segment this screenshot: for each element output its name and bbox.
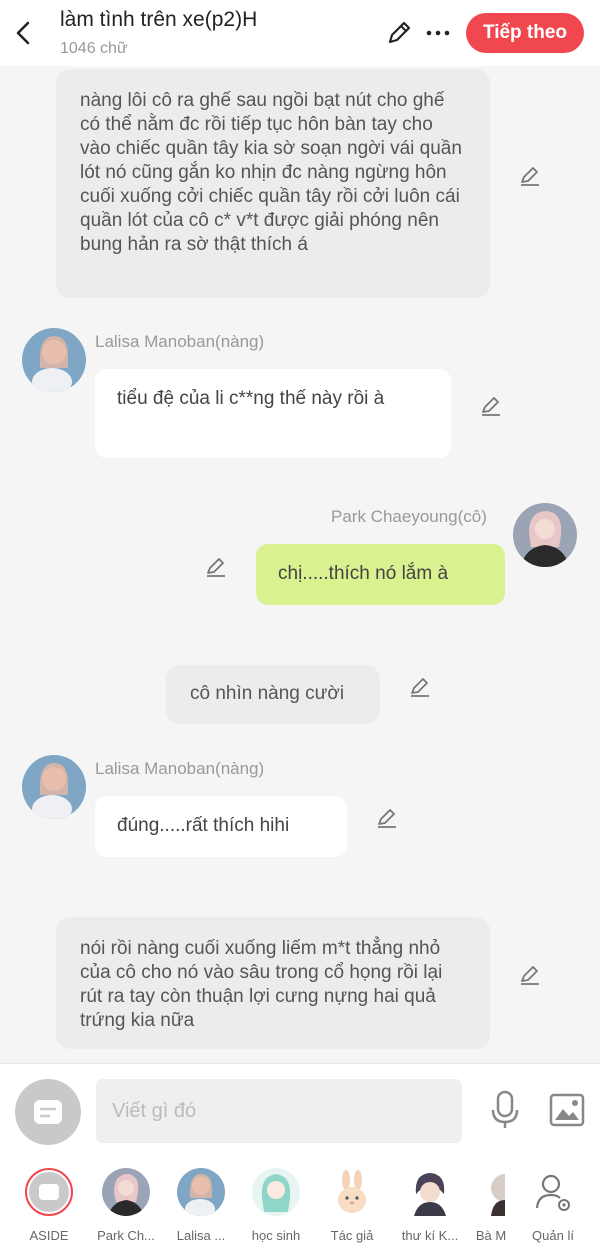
story-title: làm tình trên xe(p2)H [60, 8, 258, 31]
tab-ba-m[interactable]: Bà M [467, 1168, 515, 1243]
message-bubble[interactable]: đúng.....rất thích hihi [95, 796, 347, 857]
sender-name: Lalisa Manoban(nàng) [95, 759, 265, 778]
message-input[interactable]: Viết gì đó [96, 1079, 462, 1143]
avatar-image [22, 755, 86, 819]
pencil-icon [378, 809, 396, 828]
tab-label: thư kí K... [401, 1228, 459, 1243]
edit-message-button[interactable] [408, 675, 432, 699]
avatar-icon [102, 1168, 150, 1216]
microphone-button[interactable] [488, 1088, 522, 1132]
avatar-icon [479, 1168, 505, 1216]
tab-label: Bà M [475, 1228, 507, 1243]
avatar-image [513, 503, 577, 567]
avatar-lalisa[interactable] [22, 328, 86, 392]
sender-name: Park Chaeyoung(cô) [331, 507, 487, 526]
avatar-icon [252, 1168, 300, 1216]
tab-label: ASIDE [29, 1228, 69, 1243]
pencil-icon [411, 678, 429, 697]
avatar-icon [177, 1168, 225, 1216]
tab-aside[interactable]: ASIDE [11, 1168, 87, 1243]
sender-name: Lalisa Manoban(nàng) [95, 332, 265, 351]
edit-message-button[interactable] [518, 963, 542, 987]
tab-thu-ki[interactable]: thư kí K... [392, 1168, 468, 1243]
avatar-image [22, 328, 86, 392]
tab-lalisa[interactable]: Lalisa ... [163, 1168, 239, 1243]
tab-label: Quản lí [532, 1228, 574, 1243]
aside-icon [25, 1168, 73, 1216]
avatar-icon [406, 1168, 454, 1216]
image-icon [549, 1093, 585, 1127]
pencil-icon [482, 397, 500, 416]
tab-park-chaeyoung[interactable]: Park Ch... [88, 1168, 164, 1243]
tab-label: Tác giả [330, 1228, 374, 1243]
edit-message-button[interactable] [204, 555, 228, 579]
pencil-icon [388, 21, 411, 44]
next-button[interactable]: Tiếp theo [466, 13, 584, 53]
tab-tac-gia[interactable]: Tác giả [314, 1168, 390, 1243]
avatar-park-chaeyoung[interactable] [513, 503, 577, 567]
message-icon [34, 1100, 62, 1124]
narration-bubble[interactable]: cô nhìn nàng cười [166, 665, 380, 724]
image-button[interactable] [548, 1092, 586, 1128]
avatar-lalisa[interactable] [22, 755, 86, 819]
back-button[interactable] [12, 18, 36, 48]
tab-hoc-sinh[interactable]: học sinh [238, 1168, 314, 1243]
word-count: 1046 chữ [60, 40, 128, 57]
edit-message-button[interactable] [375, 806, 399, 830]
chevron-left-icon [16, 21, 30, 45]
edit-message-button[interactable] [518, 164, 542, 188]
tab-quan-li[interactable]: Quản lí [515, 1168, 591, 1243]
more-options-button[interactable] [424, 19, 452, 47]
message-bubble[interactable]: tiểu đệ của li c**ng thế này rồi à [95, 369, 451, 458]
microphone-icon [491, 1090, 519, 1128]
tab-label: học sinh [251, 1228, 301, 1243]
pencil-icon [521, 167, 539, 186]
aside-toggle-button[interactable] [15, 1079, 81, 1145]
more-dots-icon [426, 30, 450, 36]
tab-label: Park Ch... [97, 1228, 155, 1243]
narration-bubble[interactable]: nàng lôi cô ra ghế sau ngồi bạt nút cho … [56, 69, 490, 298]
narration-bubble[interactable]: nói rồi nàng cuối xuống liếm m*t thẳng n… [56, 917, 490, 1049]
message-bubble[interactable]: chị.....thích nó lắm à [256, 544, 505, 605]
edit-title-button[interactable] [385, 19, 413, 47]
edit-message-button[interactable] [479, 394, 503, 418]
user-settings-icon [529, 1168, 577, 1216]
bunny-icon [328, 1168, 376, 1216]
tab-label: Lalisa ... [176, 1228, 226, 1243]
pencil-icon [207, 558, 225, 577]
pencil-icon [521, 966, 539, 985]
